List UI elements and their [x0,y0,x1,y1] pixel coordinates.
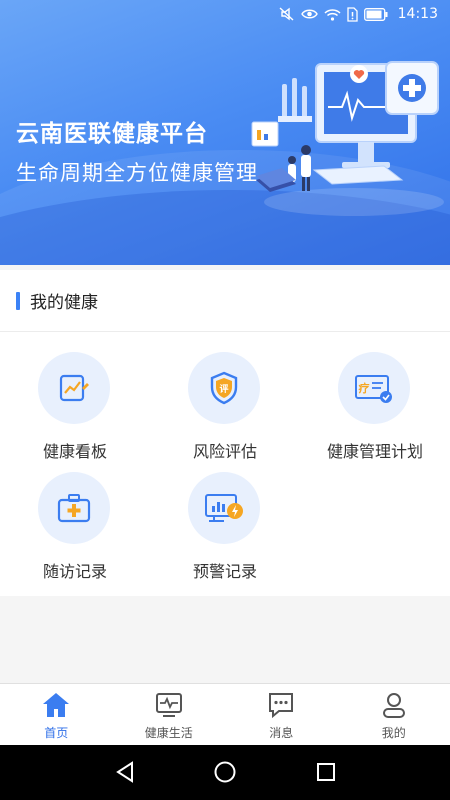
tab-label: 我的 [381,726,406,740]
tab-healthy-living[interactable]: 健康生活 [113,684,226,745]
android-nav-bar [0,745,450,800]
grid-item-label: 健康看板 [42,442,107,461]
banner-subtitle: 生命周期全方位健康管理 [16,161,258,185]
section-header: 我的健康 [0,270,450,332]
svg-text:评: 评 [219,383,228,395]
grid-item-label: 风险评估 [192,442,257,461]
grid-item-health-board[interactable]: 健康看板 [0,352,150,472]
tab-label: 首页 [44,726,69,740]
section-accent-bar [16,291,20,310]
monitor-alert-icon [205,494,243,522]
treatment-plan-icon: 疗 [355,375,392,403]
banner[interactable]: 14:13 云南医联健康平台 生命周期全方位健康管理 [0,0,450,265]
grid-item-health-plan[interactable]: 疗 健康管理计划 [300,352,450,472]
mute-icon [279,7,294,21]
eye-icon [300,9,318,19]
wifi-icon [324,8,341,21]
banner-title: 云南医联健康平台 [16,121,208,147]
shield-evaluate-icon: 评 [210,371,238,405]
battery-icon [363,7,388,21]
grid-item-label: 健康管理计划 [326,442,423,461]
back-icon[interactable] [114,760,136,784]
user-icon [382,693,405,718]
heartbeat-monitor-icon [155,693,182,717]
message-icon [269,693,294,719]
section-title: 我的健康 [30,293,98,313]
medical-illustration [251,61,444,216]
home-nav-icon[interactable] [213,760,237,784]
tab-home[interactable]: 首页 [0,684,113,745]
recents-icon[interactable] [315,760,337,784]
medical-kit-icon [57,494,91,523]
home-icon [43,693,70,717]
tab-messages[interactable]: 消息 [225,684,338,745]
grid-item-followup-records[interactable]: 随访记录 [0,472,150,592]
grid-item-alert-records[interactable]: 预警记录 [150,472,300,592]
status-bar: 14:13 [0,0,450,30]
chart-board-icon [59,374,89,402]
status-time: 14:13 [397,6,438,22]
tab-mine[interactable]: 我的 [338,684,450,745]
grid-item-risk-assessment[interactable]: 评 风险评估 [150,352,300,472]
my-health-section: 我的健康 健康看板 评 风险评估 疗 健康管理计划 随访记录 预警记录 [0,270,450,596]
sim-alert-icon [346,6,358,22]
grid-item-label: 预警记录 [192,562,257,581]
tab-label: 消息 [269,726,294,740]
svg-text:疗: 疗 [359,381,370,395]
tab-label: 健康生活 [144,726,193,740]
bottom-tabbar: 首页 健康生活 消息 我的 [0,683,450,745]
grid-item-label: 随访记录 [42,562,107,581]
